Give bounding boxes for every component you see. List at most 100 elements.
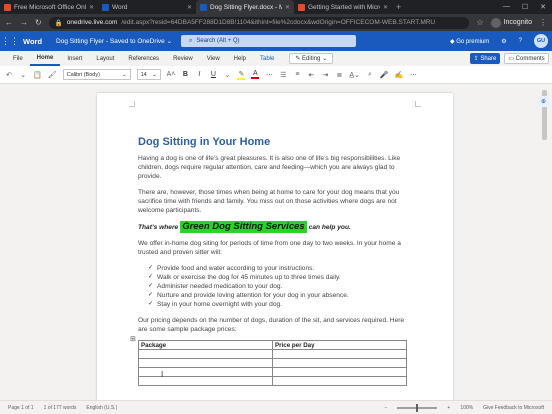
dictate-icon[interactable]: 🎤 (380, 71, 389, 79)
numbering-icon[interactable]: ≡ (293, 71, 301, 78)
font-size-select[interactable]: 14 ⌄ (136, 69, 161, 80)
table-cell[interactable] (138, 367, 273, 378)
zoom-out-icon[interactable]: − (385, 405, 388, 411)
tab-home[interactable]: Home (29, 51, 61, 66)
document-page[interactable]: Dog Sitting in Your Home Having a dog is… (97, 93, 453, 400)
browser-tab-active[interactable]: Dog Sitting Flyer.docx - Mi ✕ (196, 0, 294, 14)
chevron-down-icon[interactable]: ⌄ (19, 71, 27, 79)
close-tab-icon[interactable]: ✕ (89, 4, 94, 11)
tab-layout[interactable]: Layout (89, 51, 121, 66)
share-button[interactable]: ⇪ Share (470, 53, 500, 64)
list-item[interactable]: ✓ Administer needed medication to your do… (148, 282, 413, 291)
table-cell[interactable] (272, 367, 407, 378)
close-tab-icon[interactable]: ✕ (187, 4, 192, 11)
browser-tab[interactable]: Word ✕ (98, 0, 196, 14)
more-options-icon[interactable]: ⋯ (409, 71, 417, 79)
incognito-indicator[interactable]: Incognito (490, 17, 532, 28)
zoom-slider[interactable] (397, 403, 438, 412)
tab-review[interactable]: Review (166, 51, 200, 66)
tagline-paragraph[interactable]: That’s where Green Dog Sitting Services … (138, 221, 413, 234)
table-cell[interactable] (272, 358, 407, 369)
maximize-icon[interactable]: ☐ (522, 3, 528, 11)
decrease-indent-icon[interactable]: ⇤ (307, 71, 315, 79)
editor-icon[interactable]: ✍ (395, 71, 404, 79)
browser-menu-icon[interactable]: ⋮ (539, 18, 547, 27)
minimize-icon[interactable]: — (503, 3, 510, 11)
browser-tab[interactable]: Getting Started with Micro ✕ (294, 0, 392, 14)
table-cell[interactable] (138, 349, 273, 360)
tab-file[interactable]: File (6, 51, 30, 66)
zoom-level[interactable]: 100% (460, 405, 473, 411)
settings-icon[interactable]: ⚙ (501, 38, 506, 45)
paragraph[interactable]: Our pricing depends on the number of dog… (138, 316, 413, 334)
editing-mode-button[interactable]: ✎ Editing ⌄ (289, 53, 334, 64)
highlight-color-icon[interactable]: ✎ (237, 70, 246, 80)
browser-tab[interactable]: Free Microsoft Office Online ✕ (0, 0, 98, 14)
document-title[interactable]: Dog Sitting Flyer - Saved to OneDrive ⌄ (56, 37, 172, 45)
new-tab-icon[interactable]: + (392, 2, 405, 12)
checkmark-icon: ✓ (148, 273, 154, 280)
styles-icon[interactable]: A̲⌄ (349, 71, 360, 79)
tab-insert[interactable]: Insert (60, 51, 89, 66)
tab-references[interactable]: References (121, 51, 166, 66)
tab-table[interactable]: Table (253, 51, 281, 66)
doc-name: Dog Sitting Flyer (56, 38, 105, 45)
document-heading[interactable]: Dog Sitting in Your Home (138, 136, 413, 148)
reload-icon[interactable]: ↻ (35, 18, 42, 27)
app-launcher-icon[interactable]: ⋮⋮ (0, 36, 20, 47)
feedback-link[interactable]: Give Feedback to Microsoft (483, 405, 544, 411)
close-tab-icon[interactable]: ✕ (383, 4, 388, 11)
bookmark-star-icon[interactable]: ☆ (476, 18, 483, 27)
paragraph[interactable]: We offer in-home dog siting for periods … (138, 239, 413, 257)
font-grow-icon[interactable]: A˄ (167, 71, 176, 78)
search-box[interactable]: ⌕ Search (Alt + Q) (181, 35, 356, 47)
tab-help[interactable]: Help (227, 51, 253, 66)
paragraph[interactable]: Having a dog is one of life’s great plea… (138, 154, 413, 182)
chevron-down-icon[interactable]: ⌄ (223, 71, 231, 79)
italic-icon[interactable]: I (195, 71, 203, 78)
close-tab-icon[interactable]: ✕ (285, 4, 290, 11)
translator-icon[interactable]: ⊕ (538, 96, 549, 107)
app-name[interactable]: Word (23, 37, 42, 46)
list-item[interactable]: ✓ Provide food and water according to you… (148, 264, 413, 273)
underline-icon[interactable]: U (209, 71, 217, 78)
url-field[interactable]: 🔒 onedrive.live.com/edit.aspx?resid=64DB… (48, 16, 470, 29)
go-premium-button[interactable]: ◆ Go premium (450, 38, 489, 45)
table-cell[interactable] (272, 376, 407, 387)
table-cell[interactable] (138, 376, 273, 387)
increase-indent-icon[interactable]: ⇥ (321, 71, 329, 79)
back-icon[interactable]: ← (5, 18, 13, 27)
search-icon: ⌕ (189, 37, 193, 44)
font-name-select[interactable]: Calibri (Body) ⌄ (62, 69, 131, 80)
help-icon[interactable]: ? (519, 38, 522, 44)
list-item[interactable]: ✓ Walk or exercise the dog for 45 minutes… (148, 273, 413, 282)
close-window-icon[interactable]: ✕ (540, 3, 546, 11)
table-move-handle-icon[interactable]: ⊞ (130, 335, 136, 343)
find-icon[interactable]: ⌕ (366, 71, 374, 79)
table-cell[interactable] (138, 358, 273, 369)
list-item[interactable]: ✓ Stay in your home overnight with your d… (148, 300, 413, 309)
undo-icon[interactable]: ↶ (5, 71, 13, 79)
paste-icon[interactable]: 📋 (33, 71, 42, 79)
align-left-icon[interactable]: ≣ (335, 71, 343, 79)
table-header-cell[interactable]: Package (138, 340, 273, 351)
forward-icon[interactable]: → (20, 18, 28, 27)
avatar[interactable]: GU (534, 34, 548, 48)
package-table[interactable]: Package Price per Day (138, 340, 407, 387)
format-painter-icon[interactable]: 🖌 (48, 71, 57, 79)
paragraph[interactable]: There are, however, those times when bei… (138, 188, 413, 216)
more-options-icon[interactable]: ⋯ (265, 71, 273, 79)
zoom-in-icon[interactable]: + (447, 405, 450, 411)
tab-view[interactable]: View (200, 51, 227, 66)
language-status[interactable]: English (U.S.) (86, 405, 117, 411)
document-body[interactable]: Dog Sitting in Your Home Having a dog is… (138, 136, 413, 387)
word-count[interactable]: 1 of 177 words (44, 405, 77, 411)
list-item[interactable]: ✓ Nurture and provide loving attention fo… (148, 291, 413, 300)
table-cell[interactable] (272, 349, 407, 360)
bold-icon[interactable]: B (181, 71, 189, 78)
comments-button[interactable]: ▭ Comments (504, 53, 549, 64)
document-canvas[interactable]: Dog Sitting in Your Home Having a dog is… (0, 84, 552, 400)
table-header-cell[interactable]: Price per Day (272, 340, 407, 351)
bullets-icon[interactable]: ☰ (279, 71, 287, 79)
font-color-icon[interactable]: A (251, 70, 260, 79)
